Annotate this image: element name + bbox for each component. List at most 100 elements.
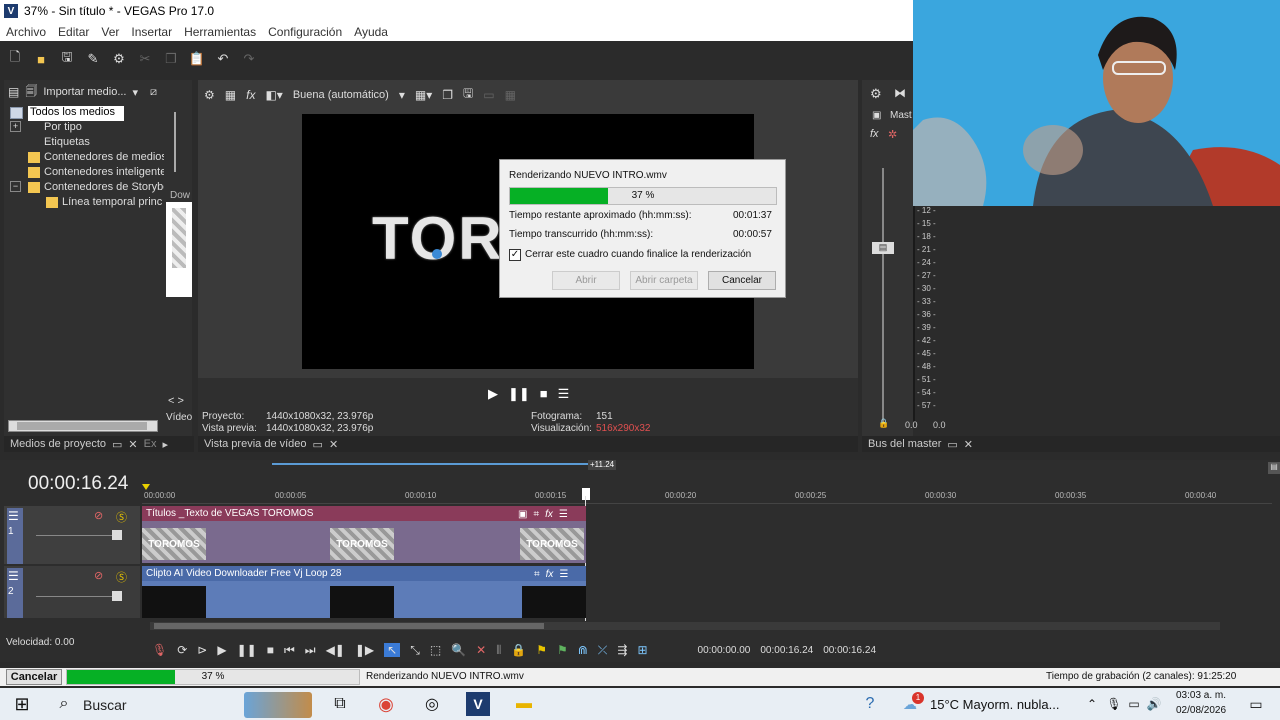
quality-select[interactable]: Buena (automático) bbox=[293, 89, 389, 101]
tab-bus-master[interactable]: Bus del master bbox=[868, 438, 941, 450]
open-button[interactable]: Abrir bbox=[552, 271, 620, 290]
play-from-start-icon[interactable]: ⊳ bbox=[197, 643, 207, 657]
close-icon[interactable]: ✕ bbox=[128, 438, 137, 451]
close-on-finish-checkbox[interactable]: ✓ bbox=[509, 249, 521, 261]
track-menu-icon[interactable]: ☰ bbox=[8, 569, 19, 583]
selection-tool-icon[interactable]: ⬚ bbox=[430, 643, 441, 657]
tab-explorer[interactable]: Ex bbox=[144, 438, 157, 450]
paste-icon[interactable]: 📋 bbox=[188, 50, 206, 68]
save-as-icon[interactable]: ✎ bbox=[84, 50, 102, 68]
clip-media-icon[interactable]: ▣ bbox=[518, 509, 527, 520]
panel-splitter[interactable] bbox=[174, 112, 176, 172]
timeline-menu-icon[interactable]: ▤ bbox=[1268, 462, 1280, 474]
import-media-icon[interactable]: 🗐 bbox=[25, 82, 37, 103]
start-marker[interactable] bbox=[142, 484, 150, 490]
chevron-right-icon[interactable]: ▸ bbox=[162, 438, 168, 451]
play-icon[interactable]: ▶ bbox=[217, 643, 226, 657]
menu-icon[interactable]: ☰ bbox=[558, 386, 570, 402]
window-icon[interactable]: ▭ bbox=[947, 438, 957, 451]
master-expand-icon[interactable]: ⧓ bbox=[894, 86, 906, 100]
task-view-icon[interactable]: ⧉ bbox=[328, 692, 352, 716]
taskbar-date[interactable]: 02/08/2026 bbox=[1176, 705, 1226, 716]
preview-settings-icon[interactable]: ⚙ bbox=[204, 88, 215, 102]
menu-insertar[interactable]: Insertar bbox=[125, 25, 178, 39]
menu-archivo[interactable]: Archivo bbox=[0, 25, 52, 39]
grid-icon[interactable]: ▦▾ bbox=[415, 88, 432, 102]
split-screen-icon[interactable]: ◧▾ bbox=[265, 88, 282, 102]
overlay-icon[interactable]: ▭ bbox=[483, 88, 494, 102]
master-settings-icon[interactable]: ⚙ bbox=[870, 86, 882, 102]
volume-icon[interactable]: 🔊 bbox=[1142, 692, 1166, 716]
master-fader-handle[interactable]: ▤ bbox=[872, 242, 894, 254]
prev-frame-icon[interactable]: ◀❚ bbox=[326, 643, 345, 657]
close-icon[interactable]: ✕ bbox=[964, 438, 973, 451]
save-snapshot-icon[interactable]: 🖫 bbox=[463, 84, 473, 105]
close-icon[interactable]: ✕ bbox=[329, 438, 338, 451]
tree-item-etiquetas[interactable]: Etiquetas bbox=[44, 136, 90, 148]
snapping-icon[interactable]: ⋒ bbox=[578, 643, 588, 657]
search-icon[interactable]: ⌕ bbox=[52, 692, 76, 716]
window-icon[interactable]: ▭ bbox=[112, 438, 122, 451]
undo-icon[interactable]: ↶ bbox=[214, 50, 232, 68]
horizontal-scrollbar[interactable] bbox=[8, 420, 158, 432]
timeline-scrollbar[interactable] bbox=[150, 622, 1220, 630]
file-explorer-icon[interactable]: ▬ bbox=[512, 692, 536, 716]
go-end-icon[interactable]: ⏭ bbox=[305, 643, 316, 658]
taskbar-time[interactable]: 03:03 a. m. bbox=[1176, 690, 1226, 701]
chrome-icon[interactable]: ◉ bbox=[374, 692, 398, 716]
marker-icon[interactable]: ⚑ bbox=[536, 643, 547, 657]
master-checkbox-icon[interactable]: ▣ bbox=[872, 110, 881, 121]
track-level-slider[interactable] bbox=[36, 535, 122, 536]
save-icon[interactable]: 🖫 bbox=[58, 49, 76, 68]
record-icon[interactable]: 🎙 bbox=[152, 643, 167, 657]
auto-crossfade-icon[interactable]: ⤫ bbox=[598, 643, 608, 658]
delete-icon[interactable]: ✕ bbox=[476, 643, 486, 657]
envelope-tool-icon[interactable]: ⤡ bbox=[410, 643, 420, 658]
tree-item-por-tipo[interactable]: Por tipo bbox=[44, 121, 82, 133]
new-file-icon[interactable]: 🗋 bbox=[6, 49, 24, 68]
copy-snapshot-icon[interactable]: ❐ bbox=[442, 88, 453, 102]
tree-item-contenedores-medios[interactable]: Contenedores de medios bbox=[44, 151, 164, 163]
lock-envelopes-icon[interactable]: ⊞ bbox=[637, 643, 647, 657]
pan-crop-icon[interactable]: ⌗ bbox=[534, 569, 540, 580]
pause-icon[interactable]: ❚❚ bbox=[508, 386, 530, 402]
settings-gear-icon[interactable]: ⚙ bbox=[110, 50, 128, 68]
status-cancel-button[interactable]: Cancelar bbox=[6, 669, 62, 685]
pan-crop-icon[interactable]: ⌗ bbox=[533, 509, 539, 520]
weather-text[interactable]: 15°C Mayorm. nubla... bbox=[930, 697, 1059, 712]
menu-herramientas[interactable]: Herramientas bbox=[178, 25, 262, 39]
lock-icon[interactable]: 🔒 bbox=[878, 418, 889, 429]
window-icon[interactable]: ▭ bbox=[313, 438, 323, 451]
taskbar-search-input[interactable]: Buscar bbox=[83, 697, 127, 713]
tab-vista-previa[interactable]: Vista previa de vídeo bbox=[204, 438, 307, 450]
media-list-icon[interactable]: ▤ bbox=[8, 85, 19, 99]
menu-editar[interactable]: Editar bbox=[52, 25, 95, 39]
normal-edit-tool-icon[interactable]: ↖ bbox=[384, 643, 401, 657]
pause-icon[interactable]: ❚❚ bbox=[237, 643, 257, 657]
track-slider-handle[interactable] bbox=[112, 591, 122, 601]
tree-item-linea-temporal[interactable]: Línea temporal princip bbox=[62, 196, 162, 208]
track-level-slider[interactable] bbox=[36, 596, 122, 597]
track-menu-icon[interactable]: ☰ bbox=[8, 509, 19, 523]
copy-icon[interactable]: ❐ bbox=[162, 50, 180, 68]
overlay2-icon[interactable]: ▦ bbox=[505, 88, 516, 102]
go-start-icon[interactable]: ⏮ bbox=[284, 643, 295, 658]
cancel-render-button[interactable]: Cancelar bbox=[708, 271, 776, 290]
clip-menu-icon[interactable]: ☰ bbox=[559, 569, 568, 580]
master-fx-icon[interactable]: fx bbox=[870, 128, 879, 140]
playhead-handle[interactable] bbox=[582, 488, 590, 500]
open-folder-icon[interactable]: ■ bbox=[32, 50, 50, 68]
tab-medios-proyecto[interactable]: Medios de proyecto bbox=[10, 438, 106, 450]
stop-icon[interactable]: ■ bbox=[540, 386, 548, 402]
title-clip[interactable]: Títulos _Texto de VEGAS TOROMOS ▣ ⌗ fx ☰… bbox=[142, 506, 586, 563]
track-slider-handle[interactable] bbox=[112, 530, 122, 540]
help-icon[interactable]: ? bbox=[858, 692, 882, 716]
collapse-icon[interactable]: − bbox=[10, 181, 21, 192]
clip-fx-icon[interactable]: fx bbox=[546, 569, 554, 580]
chevron-down-icon[interactable]: ▾ bbox=[399, 88, 405, 102]
zoom-tool-icon[interactable]: 🔍 bbox=[451, 643, 466, 657]
ripple-icon[interactable]: ⇶ bbox=[617, 643, 627, 657]
clip-menu-icon[interactable]: ☰ bbox=[559, 509, 568, 520]
preview-device-icon[interactable]: ▦ bbox=[225, 88, 236, 102]
play-icon[interactable]: ▶ bbox=[488, 386, 498, 402]
